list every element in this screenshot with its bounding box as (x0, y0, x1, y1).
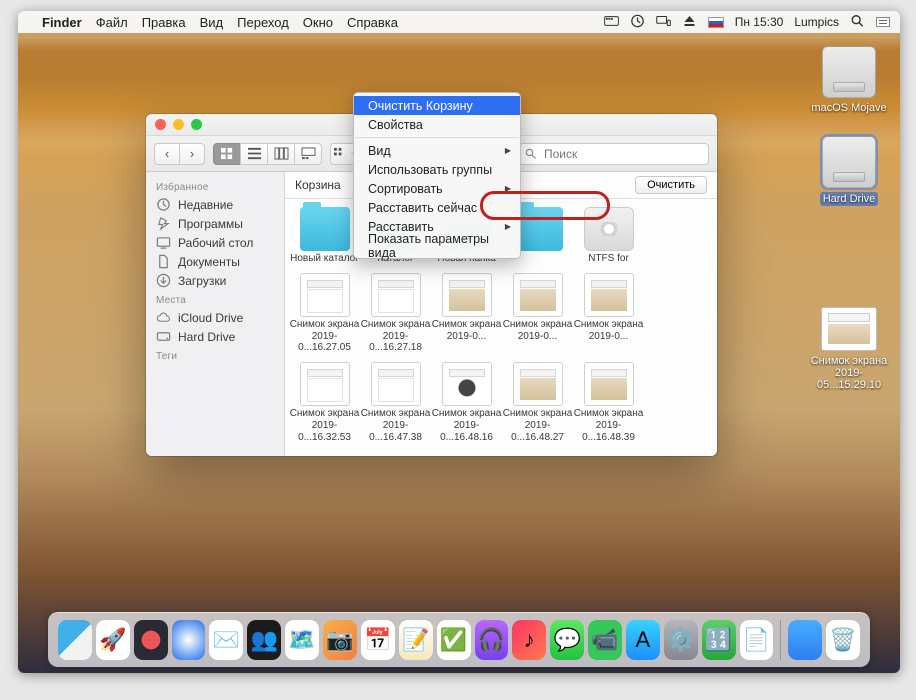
file-item[interactable]: Новый каталог (289, 207, 360, 265)
notification-center-icon[interactable] (876, 17, 890, 27)
keyboard-icon[interactable] (604, 14, 619, 31)
input-source-icon[interactable] (708, 17, 724, 28)
desktop-drive-external[interactable]: Hard Drive (810, 136, 888, 206)
sidebar-item-recents[interactable]: Недавние (146, 195, 284, 214)
sidebar-item-icloud[interactable]: iCloud Drive (146, 308, 284, 327)
desktop-drive-system[interactable]: macOS Mojave (810, 46, 888, 114)
view-list-button[interactable] (240, 143, 268, 165)
context-menu-item[interactable]: Вид (354, 141, 520, 160)
timemachine-icon[interactable] (630, 14, 645, 31)
dock-item[interactable]: 🎧 (475, 620, 509, 660)
dock-item[interactable] (134, 620, 168, 660)
sidebar: Избранное Недавние Программы Рабочий сто… (146, 172, 285, 456)
dock-item[interactable]: A (626, 620, 660, 660)
menu-help[interactable]: Справка (347, 15, 398, 30)
sidebar-item-applications[interactable]: Программы (146, 214, 284, 233)
dock-item[interactable] (172, 620, 206, 660)
dock-item[interactable]: ✅ (437, 620, 471, 660)
file-item[interactable]: Снимок экрана2019-0... (431, 273, 502, 354)
file-item[interactable]: Снимок экрана2019-0... (502, 273, 573, 354)
view-columns-button[interactable] (267, 143, 295, 165)
forward-button[interactable]: › (179, 143, 205, 165)
minimize-button[interactable] (173, 119, 184, 130)
dock-item[interactable]: ♪ (512, 620, 546, 660)
context-menu-item[interactable]: Использовать группы (354, 160, 520, 179)
file-item[interactable]: Снимок экрана2019-0...16.27.18 (360, 273, 431, 354)
location-label: Корзина (295, 178, 341, 192)
desktop-screenshot[interactable]: Снимок экрана2019-05...15.29.10 (810, 307, 888, 391)
search-input[interactable] (519, 143, 709, 165)
empty-trash-button[interactable]: Очистить (635, 176, 707, 194)
sidebar-heading-tags: Теги (146, 346, 284, 364)
menubar: Finder Файл Правка Вид Переход Окно Спра… (18, 11, 900, 33)
dock-item[interactable] (788, 620, 822, 660)
user-text[interactable]: Lumpics (794, 15, 839, 29)
clock-text[interactable]: Пн 15:30 (735, 15, 784, 29)
back-button[interactable]: ‹ (154, 143, 180, 165)
file-item[interactable]: Снимок экрана2019-0...16.47.38 (360, 362, 431, 443)
dock-item[interactable]: 🗑️ (826, 620, 860, 660)
file-item[interactable]: NTFS for (573, 207, 644, 265)
file-item[interactable]: Снимок экрана2019-0... (573, 273, 644, 354)
dock-item[interactable]: ✉️ (209, 620, 243, 660)
file-item[interactable]: Снимок экрана2019-0...16.48.27 (502, 362, 573, 443)
sidebar-heading-locations: Места (146, 290, 284, 308)
context-menu-item[interactable]: Сортировать (354, 179, 520, 198)
dock-item[interactable]: 📹 (588, 620, 622, 660)
dock-item[interactable]: 📄 (740, 620, 774, 660)
sidebar-item-desktop[interactable]: Рабочий стол (146, 233, 284, 252)
file-item[interactable]: Снимок экрана2019-0...16.32.53 (289, 362, 360, 443)
file-item[interactable]: Снимок экрана2019-0...16.48.16 (431, 362, 502, 443)
dock-item[interactable]: 📝 (399, 620, 433, 660)
dock-item[interactable]: 🗺️ (285, 620, 319, 660)
menu-go[interactable]: Переход (237, 15, 289, 30)
dock: 🚀 ✉️👥🗺️📷📅📝✅🎧♪💬📹A⚙️🔢📄 🗑️ (48, 612, 870, 667)
context-menu-item[interactable]: Очистить Корзину (354, 96, 520, 115)
dock-item[interactable]: 📅 (361, 620, 395, 660)
context-menu-item[interactable]: Показать параметры вида (354, 236, 520, 255)
view-icons-button[interactable] (213, 143, 241, 165)
menu-view[interactable]: Вид (200, 15, 224, 30)
file-item[interactable]: Снимок экрана2019-0...16.48.39 (573, 362, 644, 443)
display-icon[interactable] (656, 14, 671, 31)
sidebar-heading-favorites: Избранное (146, 177, 284, 195)
dock-item[interactable] (58, 620, 92, 660)
menu-window[interactable]: Окно (303, 15, 333, 30)
dock-item[interactable]: 💬 (550, 620, 584, 660)
menu-file[interactable]: Файл (96, 15, 128, 30)
app-menu[interactable]: Finder (42, 15, 82, 30)
dock-item[interactable]: 📷 (323, 620, 357, 660)
dock-item[interactable]: 👥 (247, 620, 281, 660)
search-field-icon (525, 148, 537, 160)
context-menu-item[interactable]: Свойства (354, 115, 520, 134)
sidebar-item-downloads[interactable]: Загрузки (146, 271, 284, 290)
view-gallery-button[interactable] (294, 143, 322, 165)
close-button[interactable] (155, 119, 166, 130)
file-item[interactable]: Снимок экрана2019-0...16.27.05 (289, 273, 360, 354)
zoom-button[interactable] (191, 119, 202, 130)
sidebar-item-harddrive[interactable]: Hard Drive (146, 327, 284, 346)
context-menu: Очистить КорзинуСвойства ВидИспользовать … (353, 92, 521, 259)
search-icon[interactable] (850, 14, 865, 31)
dock-item[interactable]: 🚀 (96, 620, 130, 660)
dock-item[interactable]: ⚙️ (664, 620, 698, 660)
context-menu-item[interactable]: Расставить сейчас (354, 198, 520, 217)
sidebar-item-documents[interactable]: Документы (146, 252, 284, 271)
dock-item[interactable]: 🔢 (702, 620, 736, 660)
menu-edit[interactable]: Правка (142, 15, 186, 30)
eject-icon[interactable] (682, 14, 697, 31)
